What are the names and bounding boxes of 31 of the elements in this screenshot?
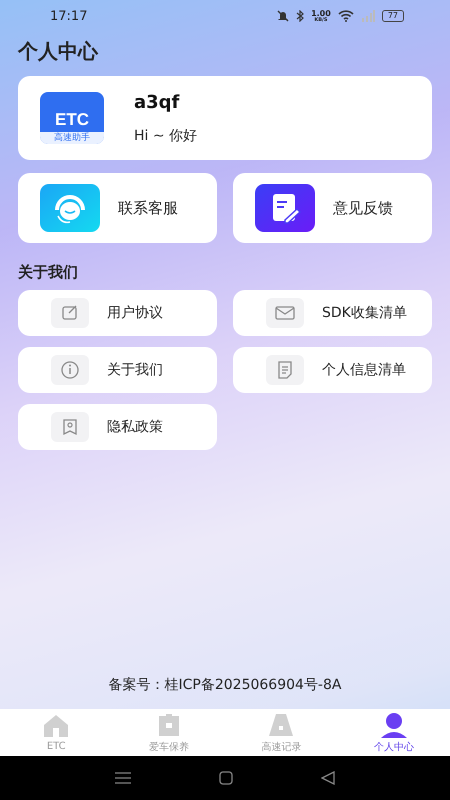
bell-muted-icon bbox=[277, 10, 290, 22]
page-title: 个人中心 bbox=[18, 38, 100, 64]
bluetooth-icon bbox=[296, 10, 304, 22]
quick-action-button[interactable]: 意见反馈 bbox=[233, 173, 432, 243]
network-speed: 1.00 bbox=[311, 10, 331, 18]
icp-record: 备案号：桂ICP备2025066904号-8A bbox=[108, 676, 342, 694]
menu-icon[interactable] bbox=[115, 772, 131, 784]
section-title: 关于我们 bbox=[18, 263, 79, 282]
info-icon bbox=[59, 359, 81, 381]
battery-level: 77 bbox=[382, 10, 404, 22]
menu-item[interactable]: 隐私政策 bbox=[18, 404, 217, 450]
user-icon bbox=[380, 712, 408, 738]
status-time: 17:17 bbox=[50, 8, 88, 24]
logo-caption: 高速助手 bbox=[40, 132, 104, 144]
menu-item[interactable]: 个人信息清单 bbox=[233, 347, 432, 393]
user-name: a3qf bbox=[134, 92, 180, 112]
menu-item[interactable]: SDK收集清单 bbox=[233, 290, 432, 336]
signal-icon bbox=[360, 10, 375, 22]
quick-action-button[interactable]: 联系客服 bbox=[18, 173, 217, 243]
logo-text: ETC bbox=[55, 110, 89, 130]
menu-item[interactable]: 关于我们 bbox=[18, 347, 217, 393]
home-icon bbox=[42, 713, 70, 739]
nav-tab[interactable]: 个人中心 bbox=[338, 709, 450, 756]
home-square-icon[interactable] bbox=[219, 771, 233, 785]
road-icon bbox=[267, 712, 296, 738]
note-edit-icon bbox=[255, 184, 315, 232]
back-icon[interactable] bbox=[321, 771, 335, 785]
headset-icon bbox=[40, 184, 100, 232]
menu-item[interactable]: 用户协议 bbox=[18, 290, 217, 336]
greeting: Hi ~ 你好 bbox=[134, 126, 198, 144]
wifi-icon bbox=[338, 10, 354, 22]
